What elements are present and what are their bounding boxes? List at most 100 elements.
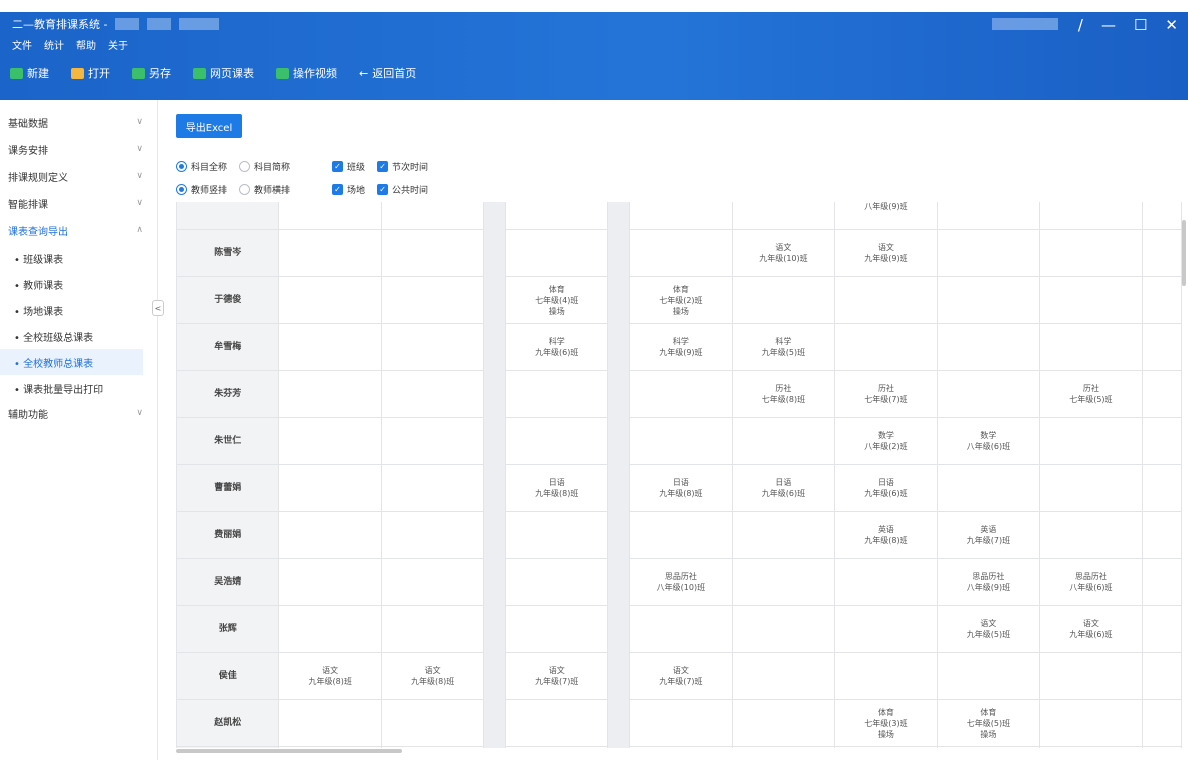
schedule-cell[interactable] — [278, 229, 382, 277]
minimize-icon[interactable]: — — [1101, 16, 1116, 34]
menu-item[interactable]: 统计 — [44, 37, 64, 52]
schedule-cell[interactable] — [504, 746, 609, 748]
sidebar-sub-item[interactable]: • 班级课表 — [0, 245, 143, 271]
schedule-cell[interactable]: 日语 九年级(6)班 — [834, 464, 938, 512]
schedule-cell[interactable] — [834, 746, 938, 748]
schedule-cell[interactable]: 思品历社 八年级(10)班 — [629, 558, 733, 606]
schedule-cell[interactable]: 语文 九年级(5)班 — [936, 605, 1041, 653]
schedule-cell[interactable]: 历社 七年级(7)班 — [834, 370, 938, 418]
schedule-cell[interactable] — [731, 511, 836, 559]
schedule-cell[interactable] — [1039, 276, 1143, 324]
radio-option[interactable]: 教师竖排 — [176, 183, 227, 196]
schedule-cell[interactable]: 思品历社 八年级(9)班 — [936, 558, 1041, 606]
schedule-cell[interactable] — [380, 746, 485, 748]
schedule-cell[interactable]: 英语 九年级(8)班 — [834, 511, 938, 559]
schedule-cell[interactable] — [1039, 699, 1143, 747]
schedule-cell[interactable] — [731, 746, 836, 748]
check-option[interactable]: ✓ 场地 — [332, 183, 365, 196]
toolbar-button[interactable]: 网页课表 — [193, 65, 254, 81]
sidebar-group[interactable]: 排课规则定义 ∨ — [0, 164, 157, 188]
schedule-cell[interactable] — [834, 276, 938, 324]
schedule-cell[interactable]: 八年级(9)班 — [834, 202, 938, 230]
sidebar-sub-item[interactable]: • 场地课表 — [0, 297, 143, 323]
schedule-cell[interactable]: 语文 九年级(7)班 — [504, 652, 609, 700]
schedule-cell[interactable]: 历社 七年级(5)班 — [1039, 370, 1143, 418]
schedule-cell[interactable]: 英语 九年级(7)班 — [936, 511, 1041, 559]
schedule-cell[interactable] — [278, 276, 382, 324]
toolbar-button[interactable]: 操作视频 — [276, 65, 337, 81]
schedule-cell[interactable] — [629, 229, 733, 277]
schedule-cell[interactable] — [380, 511, 485, 559]
schedule-cell[interactable] — [834, 558, 938, 606]
schedule-cell[interactable] — [278, 370, 382, 418]
schedule-cell[interactable] — [731, 276, 836, 324]
schedule-cell[interactable] — [1039, 511, 1143, 559]
vertical-scrollbar[interactable] — [1182, 220, 1186, 286]
schedule-cell[interactable] — [278, 511, 382, 559]
check-option[interactable]: ✓ 公共时间 — [377, 183, 428, 196]
schedule-cell[interactable] — [504, 511, 609, 559]
schedule-cell[interactable] — [834, 652, 938, 700]
toolbar-button[interactable]: 新建 — [10, 65, 49, 81]
sidebar-sub-item[interactable]: • 全校班级总课表 — [0, 323, 143, 349]
schedule-cell[interactable]: 语文 九年级(7)班 — [629, 652, 733, 700]
radio-option[interactable]: 科目简称 — [239, 160, 290, 173]
schedule-cell[interactable]: 体育 七年级(2)班 操场 — [629, 276, 733, 324]
schedule-cell[interactable] — [278, 417, 382, 465]
schedule-cell[interactable] — [936, 323, 1041, 371]
schedule-cell[interactable] — [380, 202, 485, 230]
schedule-cell[interactable] — [1039, 323, 1143, 371]
schedule-cell[interactable]: 科学 九年级(5)班 — [731, 323, 836, 371]
schedule-cell[interactable] — [629, 605, 733, 653]
schedule-cell[interactable] — [380, 370, 485, 418]
schedule-cell[interactable] — [278, 558, 382, 606]
schedule-cell[interactable] — [380, 276, 485, 324]
schedule-cell[interactable] — [380, 558, 485, 606]
schedule-cell[interactable]: 语文 九年级(8)班 — [278, 652, 382, 700]
schedule-cell[interactable]: 历社 七年级(8)班 — [731, 370, 836, 418]
schedule-cell[interactable]: 思品历社 八年级(6)班 — [1039, 558, 1143, 606]
close-icon[interactable]: ✕ — [1165, 16, 1178, 34]
schedule-cell[interactable] — [629, 370, 733, 418]
check-option[interactable]: ✓ 班级 — [332, 160, 365, 173]
sidebar-group[interactable]: 辅助功能 ∨ — [0, 401, 157, 425]
schedule-cell[interactable]: 语文 九年级(8)班 — [380, 652, 485, 700]
schedule-cell[interactable] — [731, 202, 836, 230]
menu-item[interactable]: 文件 — [12, 37, 32, 52]
schedule-cell[interactable]: 语文 九年级(6)班 — [1039, 605, 1143, 653]
schedule-cell[interactable] — [731, 417, 836, 465]
schedule-cell[interactable] — [380, 417, 485, 465]
schedule-cell[interactable]: 语文 九年级(9)班 — [834, 229, 938, 277]
schedule-cell[interactable] — [936, 746, 1041, 748]
schedule-cell[interactable] — [380, 699, 485, 747]
schedule-cell[interactable] — [731, 699, 836, 747]
radio-option[interactable]: 教师横排 — [239, 183, 290, 196]
schedule-cell[interactable]: 数学 八年级(2)班 — [834, 417, 938, 465]
sidebar-group[interactable]: 课表查询导出 ∧ — [0, 218, 157, 242]
sidebar-group[interactable]: 课务安排 ∨ — [0, 137, 157, 161]
schedule-cell[interactable] — [504, 229, 609, 277]
schedule-cell[interactable] — [1039, 417, 1143, 465]
schedule-cell[interactable]: 体育 七年级(4)班 操场 — [504, 276, 609, 324]
schedule-cell[interactable]: 科学 九年级(6)班 — [504, 323, 609, 371]
schedule-cell[interactable] — [278, 464, 382, 512]
schedule-cell[interactable] — [731, 652, 836, 700]
export-excel-button[interactable]: 导出Excel — [176, 114, 242, 138]
schedule-cell[interactable] — [936, 202, 1041, 230]
schedule-cell[interactable] — [1039, 746, 1143, 748]
schedule-cell[interactable] — [936, 652, 1041, 700]
schedule-cell[interactable] — [629, 511, 733, 559]
schedule-cell[interactable] — [629, 746, 733, 748]
schedule-cell[interactable] — [380, 323, 485, 371]
schedule-cell[interactable] — [1039, 464, 1143, 512]
horizontal-scrollbar[interactable] — [176, 749, 402, 753]
sidebar-sub-item[interactable]: • 教师课表 — [0, 271, 143, 297]
check-option[interactable]: ✓ 节次时间 — [377, 160, 428, 173]
schedule-cell[interactable] — [936, 370, 1041, 418]
schedule-cell[interactable]: 数学 八年级(6)班 — [936, 417, 1041, 465]
schedule-cell[interactable] — [380, 605, 485, 653]
schedule-cell[interactable]: 日语 九年级(8)班 — [629, 464, 733, 512]
schedule-cell[interactable] — [380, 464, 485, 512]
schedule-cell[interactable] — [629, 417, 733, 465]
restore-hint-icon[interactable]: / — [1078, 16, 1083, 34]
